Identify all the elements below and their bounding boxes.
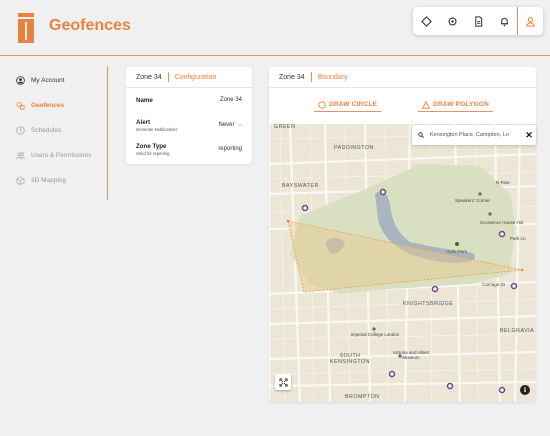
boundary-card-header: Zone 34 Boundary [269, 67, 536, 88]
sidebar-item-label: My Account [31, 76, 65, 84]
tab-configuration[interactable]: Configuration [175, 74, 217, 81]
diamond-button[interactable] [413, 7, 439, 35]
user-icon [526, 16, 535, 27]
sidebar-item-users-permissions[interactable]: Users & Permissions [16, 147, 91, 163]
header-divider [167, 72, 169, 82]
sidebar-item-schedules[interactable]: Schedules [16, 122, 61, 138]
geofence-icon [16, 101, 25, 110]
map-label-park-ln: Park Ln [510, 236, 526, 241]
document-button[interactable] [465, 7, 491, 35]
header: Geofences [0, 0, 550, 56]
notifications-button[interactable] [491, 7, 517, 35]
gear-icon [447, 16, 457, 26]
map-label-hyde-park: Hyde Park [446, 249, 468, 254]
user-button[interactable] [517, 7, 543, 35]
clear-search-button[interactable]: ✕ [522, 130, 536, 141]
chevron-down-icon: ⌵ [238, 122, 242, 128]
map-view[interactable]: GREEN PADDINGTON BAYSWATER Speakers' Cor… [270, 124, 536, 402]
search-input[interactable]: Kensington Place, Campden, Lo [430, 132, 522, 138]
zone-name: Zone 34 [136, 73, 162, 81]
map-base [270, 124, 536, 402]
map-label-imperial: Imperial College London [350, 332, 400, 337]
tab-boundary[interactable]: Boundary [318, 74, 348, 81]
map-label-green: GREEN [274, 124, 296, 130]
alert-row: Alert Generate Notifications Never ⌵ [136, 119, 242, 132]
cube-icon [16, 175, 25, 185]
sidebar-item-label: 3D Mapping [31, 176, 67, 184]
map-label-knightsbridge: KNIGHTSBRIDGE [403, 301, 454, 307]
logo-icon [18, 13, 34, 43]
settings-button[interactable] [439, 7, 465, 35]
draw-polygon-label: DRAW POLYGON [433, 101, 489, 108]
map-label-paddington: PADDINGTON [334, 145, 374, 151]
sidebar-item-label: Geofences [31, 101, 65, 109]
map-label-belgravia: BELGRAVIA [500, 328, 535, 334]
map-label-carriage: Carriage Dr [482, 282, 506, 287]
name-row: Name Zone 34 [136, 97, 242, 104]
map-label-grosvenor: Grosvenor House Hot [480, 220, 524, 225]
zone-type-value[interactable]: reporting [218, 146, 242, 152]
map-label-va: Victoria and Albert Museum [392, 350, 430, 360]
configuration-card: Zone 34 Configuration Name Zone 34 Alert… [126, 67, 252, 164]
draw-circle-button[interactable]: DRAW CIRCLE [314, 98, 382, 112]
alert-value: Never [218, 122, 235, 128]
header-divider [310, 72, 312, 82]
sidebar-item-label: Schedules [31, 126, 62, 134]
map-label-brompton: BROMPTON [345, 394, 380, 400]
zone-name: Zone 34 [279, 73, 305, 81]
triangle-icon [422, 100, 430, 109]
configuration-card-header: Zone 34 Configuration [126, 67, 252, 88]
fullscreen-button[interactable] [275, 374, 291, 390]
map-label-n-row: N Row [496, 180, 510, 185]
map-label-speakers-corner: Speakers' Corner [455, 198, 490, 203]
name-value[interactable]: Zone 34 [220, 97, 242, 103]
app-title: Geofences [49, 17, 131, 34]
map-label-bayswater: BAYSWATER [282, 183, 319, 189]
toolbar [413, 7, 543, 35]
users-icon [16, 151, 25, 159]
diamond-icon [420, 15, 432, 27]
sidebar-item-geofences[interactable]: Geofences [16, 97, 64, 113]
sidebar-item-my-account[interactable]: My Account [16, 72, 65, 88]
alert-select[interactable]: Never ⌵ [219, 122, 242, 128]
expand-icon [279, 378, 287, 386]
circle-icon [318, 100, 326, 109]
user-circle-icon [16, 75, 25, 85]
sidebar: My Account Geofences Schedules Users & P… [0, 66, 108, 200]
bell-icon [500, 17, 508, 26]
search-icon [418, 132, 424, 138]
draw-circle-label: DRAW CIRCLE [329, 101, 378, 108]
document-icon [474, 15, 482, 27]
location-search[interactable]: Kensington Place, Campden, Lo ✕ [412, 125, 536, 145]
sidebar-item-label: Users & Permissions [31, 151, 92, 159]
draw-polygon-button[interactable]: DRAW POLYGON [418, 98, 493, 112]
info-button[interactable]: i [520, 385, 530, 395]
sidebar-item-3d-mapping[interactable]: 3D Mapping [16, 172, 66, 188]
map-label-south-kensington: SOUTH KENSINGTON [330, 353, 370, 365]
clock-icon [16, 125, 25, 135]
zone-type-row: Zone Type Used for reporting reporting [136, 143, 242, 156]
